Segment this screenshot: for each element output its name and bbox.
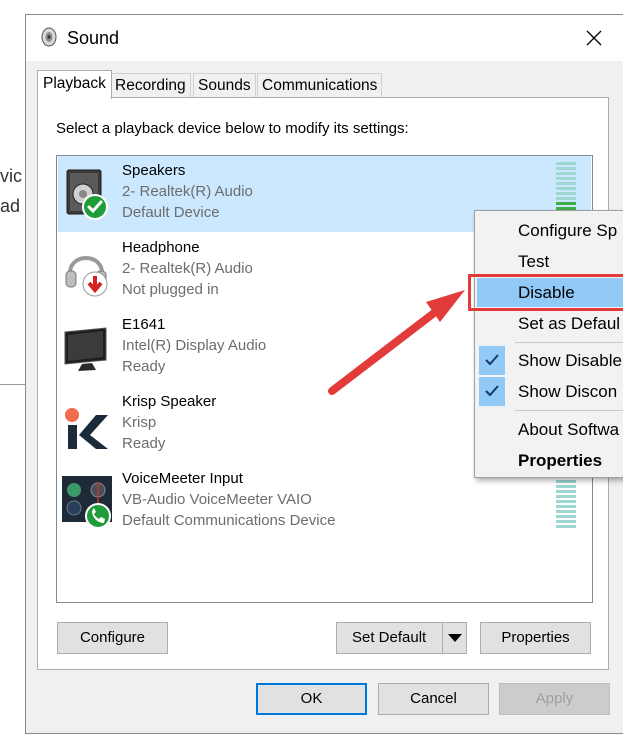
close-icon [586,30,602,46]
level-bar [556,182,576,185]
tab-recording[interactable]: Recording [110,73,191,97]
menu-separator [515,410,623,411]
level-bar [556,172,576,175]
title-bar[interactable]: Sound [26,15,623,61]
sound-speaker-icon [41,27,57,47]
apply-button: Apply [499,683,610,715]
level-bar [556,192,576,195]
device-driver: VB-Audio VoiceMeeter VAIO [122,491,312,508]
properties-button[interactable]: Properties [480,622,591,654]
chevron-down-icon [448,634,462,642]
menu-item-configure-speakers[interactable]: Configure Sp [477,216,623,245]
communications-phone-badge [85,503,111,529]
volume-level-meter [556,470,576,530]
menu-item-label: Disable [518,283,575,302]
set-default-label: Set Default [352,629,427,646]
instruction-text: Select a playback device below to modify… [56,120,409,137]
level-bar [556,490,576,493]
set-default-dropdown[interactable] [442,623,467,653]
level-bar [556,177,576,180]
menu-item-label: Set as Defaul [518,314,621,333]
close-button[interactable] [574,24,614,52]
menu-item-label: Test [518,252,550,271]
menu-separator [515,342,623,343]
level-bar [556,495,576,498]
level-bar [556,187,576,190]
speaker-icon [66,169,108,220]
monitor-icon [64,327,107,371]
set-default-button[interactable]: Set Default [336,622,467,654]
device-name: Headphone [122,239,200,256]
level-bar [556,162,576,165]
level-bar [556,485,576,488]
menu-item-label: Show Disable [518,351,622,370]
tab-playback[interactable]: Playback [37,70,112,99]
headphone-icon [65,256,108,297]
background-text-fragment: vic [0,166,22,186]
device-status: Ready [122,358,166,375]
menu-item-label: Configure Sp [518,221,618,240]
device-status: Ready [122,435,166,452]
menu-item-label: About Softwa [518,420,620,439]
level-bar [556,515,576,518]
level-bar [556,167,576,170]
menu-item-about-software[interactable]: About Softwa [477,415,623,444]
device-name: E1641 [122,316,166,333]
configure-button[interactable]: Configure [57,622,168,654]
menu-item-label: Show Discon [518,382,618,401]
device-driver: 2- Realtek(R) Audio [122,260,253,277]
tab-communications[interactable]: Communications [257,73,383,97]
unplugged-arrow-badge [82,271,108,297]
background-text-fragment: ad [0,196,21,216]
voicemeeter-icon [62,476,112,529]
level-bar [556,520,576,523]
device-driver: Intel(R) Display Audio [122,337,267,354]
tab-sounds[interactable]: Sounds [193,73,256,97]
ok-button[interactable]: OK [256,683,367,715]
menu-item-show-disconnected[interactable]: Show Discon [477,377,623,406]
menu-item-show-disabled[interactable]: Show Disable [477,346,623,375]
level-bar [556,505,576,508]
checkmark-icon [479,377,505,406]
device-name: VoiceMeeter Input [122,470,243,487]
device-status: Default Communications Device [122,512,336,529]
level-bar [556,197,576,200]
device-driver: 2- Realtek(R) Audio [122,183,253,200]
menu-item-set-as-default[interactable]: Set as Defaul [477,309,623,338]
device-name: Krisp Speaker [122,393,217,410]
checkmark-icon [479,346,505,375]
menu-item-test[interactable]: Test [477,247,623,276]
menu-item-label: Properties [518,451,603,470]
background-divider [0,384,26,385]
menu-item-disable[interactable]: Disable [477,278,623,307]
level-bar [556,500,576,503]
device-name: Speakers [122,162,186,179]
level-bar [556,202,576,205]
device-driver: Krisp [122,414,157,431]
device-context-menu: Configure Sp Test Disable Set as Defaul … [474,210,623,478]
cancel-button[interactable]: Cancel [378,683,489,715]
level-bar [556,525,576,528]
window-title: Sound [67,28,120,48]
krisp-logo-icon [65,408,108,449]
level-bar [556,480,576,483]
menu-item-properties[interactable]: Properties [477,446,623,475]
device-status: Default Device [122,204,220,221]
level-bar [556,510,576,513]
default-check-badge [82,194,108,220]
device-status: Not plugged in [122,281,219,298]
